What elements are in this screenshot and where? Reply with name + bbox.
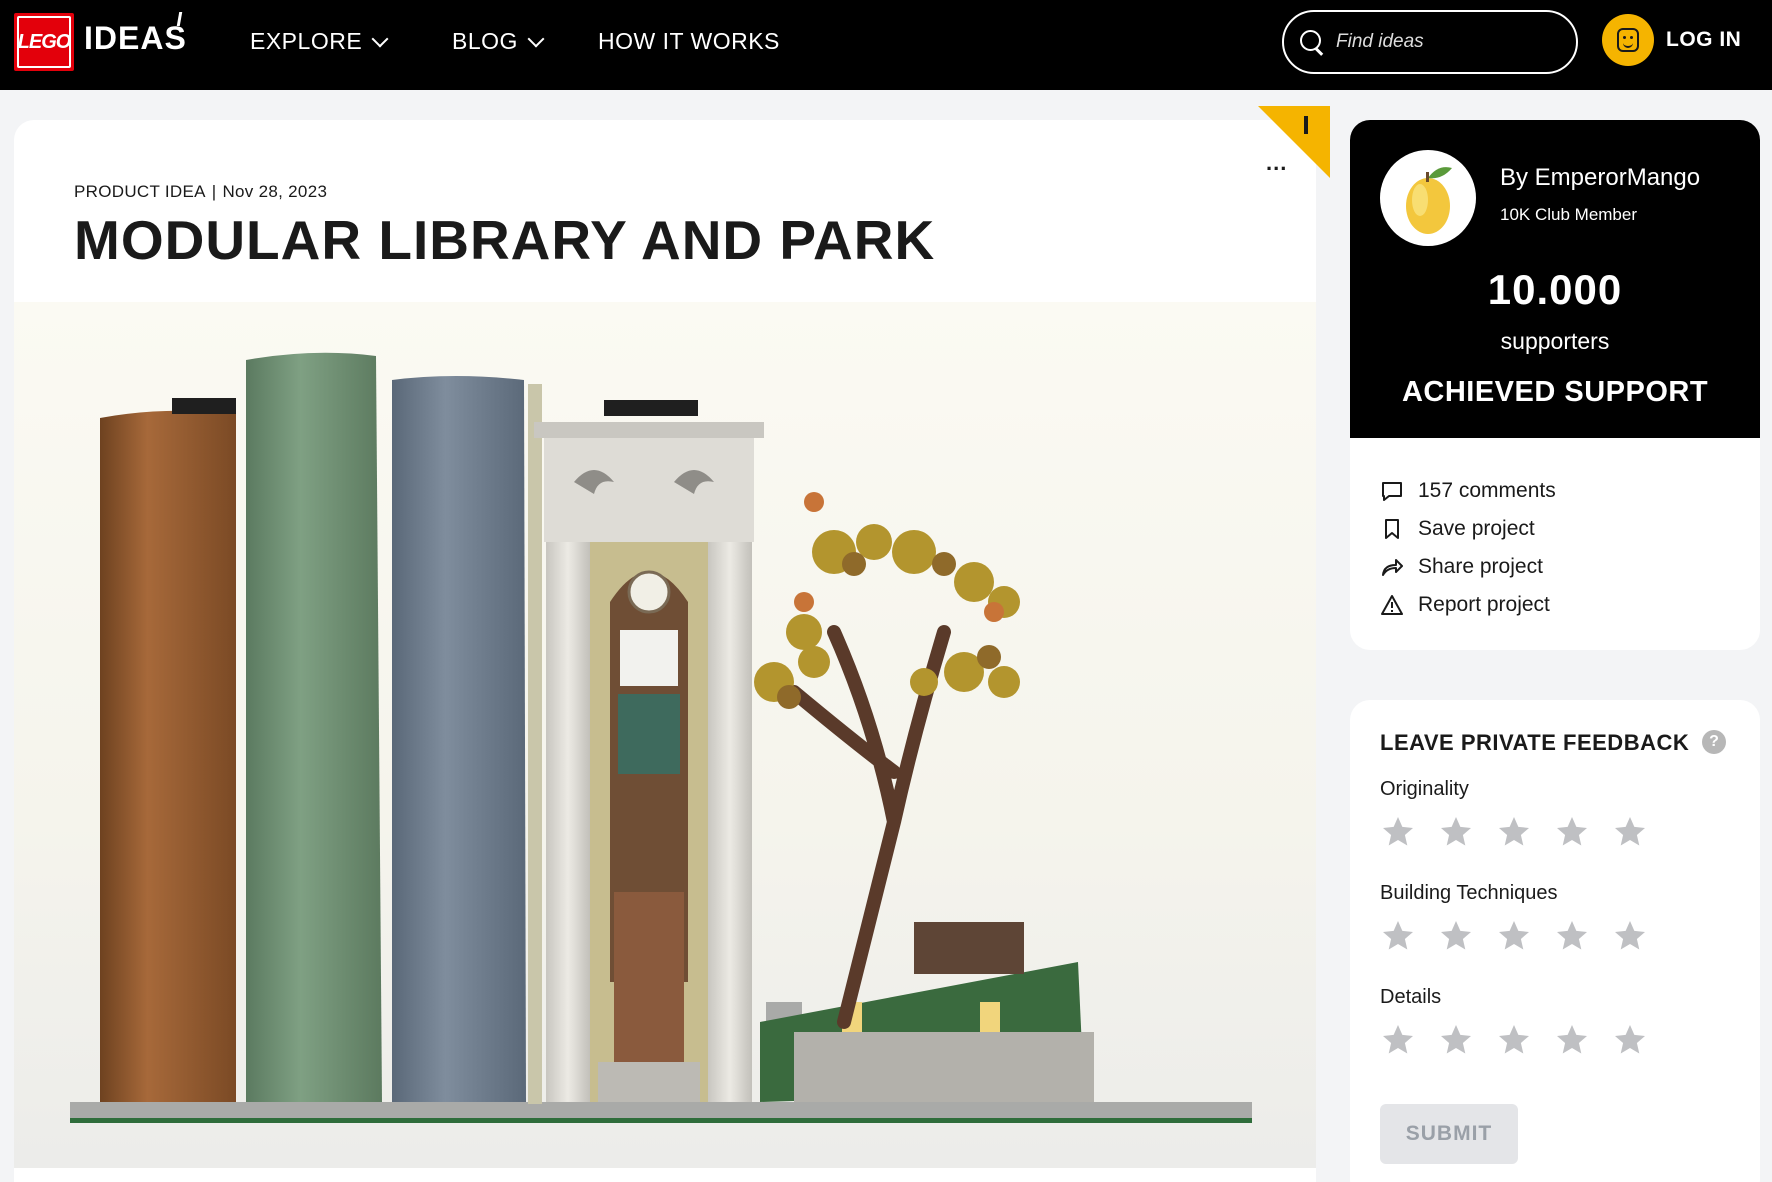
author-name[interactable]: By EmperorMango [1500,164,1700,192]
building-techniques-label: Building Techniques [1380,882,1558,904]
submit-button[interactable]: SUBMIT [1380,1104,1518,1164]
star-icon[interactable] [1612,918,1648,954]
star-icon[interactable] [1438,814,1474,850]
comments-link[interactable]: 157 comments [1380,472,1556,510]
top-navigation-bar: LEGO IDEAS EXPLORE BLOG HOW IT WORKS LOG… [0,0,1772,90]
comment-icon [1382,482,1402,501]
club-badge: 10K Club Member [1500,205,1638,224]
nav-how-it-works-label: HOW IT WORKS [598,28,780,54]
search-icon[interactable] [1300,30,1324,54]
save-project-label: Save project [1418,517,1535,540]
project-image[interactable] [14,302,1316,1168]
star-icon[interactable] [1496,814,1532,850]
project-type: PRODUCT IDEA [74,182,206,201]
star-icon[interactable] [1496,1022,1532,1058]
more-options-button[interactable]: ... [1266,150,1287,176]
star-icon[interactable] [1554,918,1590,954]
project-meta: PRODUCT IDEA | Nov 28, 2023 [74,182,328,201]
details-stars [1380,1022,1648,1058]
support-summary: By EmperorMango 10K Club Member 10.000 s… [1350,120,1760,438]
star-icon[interactable] [1380,918,1416,954]
user-avatar-button[interactable] [1602,14,1654,66]
star-icon[interactable] [1380,1022,1416,1058]
warning-icon [1381,595,1403,615]
help-icon[interactable]: ? [1702,730,1726,754]
library-park-illustration [70,352,1252,1123]
chevron-down-icon [527,30,545,47]
nav-blog-label: BLOG [452,28,518,54]
bookmark-icon [1385,519,1399,539]
star-icon[interactable] [1612,814,1648,850]
corner-flag-icon [1304,116,1312,134]
minifigure-icon [1617,28,1639,52]
report-project-label: Report project [1418,593,1550,616]
share-icon [1382,559,1403,576]
feedback-title: LEAVE PRIVATE FEEDBACK [1380,730,1690,755]
star-icon[interactable] [1554,1022,1590,1058]
feedback-card: LEAVE PRIVATE FEEDBACK ? Originality Bui… [1350,700,1760,1182]
lego-logo[interactable]: LEGO [14,13,74,71]
star-icon[interactable] [1438,918,1474,954]
supporter-count: 10.000 [1487,266,1623,313]
star-icon[interactable] [1612,1022,1648,1058]
project-date: Nov 28, 2023 [222,182,328,201]
share-project-button[interactable]: Share project [1380,548,1556,586]
support-status: ACHIEVED SUPPORT [1401,376,1709,408]
nav-explore[interactable]: EXPLORE [250,28,389,55]
originality-stars [1380,814,1648,850]
star-icon[interactable] [1380,814,1416,850]
originality-label: Originality [1380,778,1469,800]
save-project-button[interactable]: Save project [1380,510,1556,548]
nav-blog[interactable]: BLOG [452,28,545,55]
login-button[interactable]: LOG IN [1666,28,1741,52]
supporter-label: supporters [1500,328,1610,354]
details-label: Details [1380,986,1442,1008]
lego-logo-text: LEGO [18,18,71,66]
mango-icon [1406,167,1452,234]
star-icon[interactable] [1554,814,1590,850]
nav-how-it-works[interactable]: HOW IT WORKS [598,28,780,55]
star-icon[interactable] [1438,1022,1474,1058]
comments-label: 157 comments [1418,479,1556,502]
report-project-button[interactable]: Report project [1380,586,1556,624]
search-box[interactable] [1282,10,1578,74]
chevron-down-icon [371,30,389,47]
nav-explore-label: EXPLORE [250,28,363,54]
ideas-brand[interactable]: IDEAS [84,20,187,57]
project-actions: 157 comments Save project Share project … [1380,472,1556,624]
author-avatar[interactable] [1380,150,1476,246]
star-icon[interactable] [1496,918,1532,954]
project-card: PRODUCT IDEA | Nov 28, 2023 MODULAR LIBRAR… [14,120,1316,1182]
support-card: By EmperorMango 10K Club Member 10.000 s… [1350,120,1760,650]
project-title: MODULAR LIBRARY AND PARK [74,209,936,271]
share-project-label: Share project [1418,555,1543,578]
building-techniques-stars [1380,918,1648,954]
search-input[interactable] [1336,31,1556,53]
